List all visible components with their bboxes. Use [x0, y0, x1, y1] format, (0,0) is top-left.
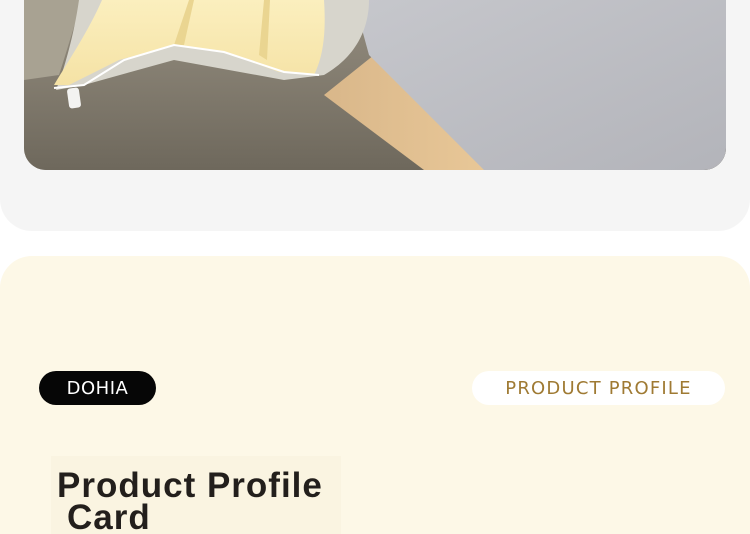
product-profile-section: DOHIA PRODUCT PROFILE Product Profile Ca… — [0, 256, 750, 534]
brand-badge: DOHIA — [39, 371, 156, 405]
card-title-line2: Card — [67, 498, 151, 534]
product-photo — [24, 0, 726, 170]
product-profile-label: PRODUCT PROFILE — [472, 371, 725, 405]
product-photo-section — [0, 0, 750, 231]
card-title: Product Profile Card — [57, 468, 357, 534]
bedding-illustration — [24, 0, 726, 170]
